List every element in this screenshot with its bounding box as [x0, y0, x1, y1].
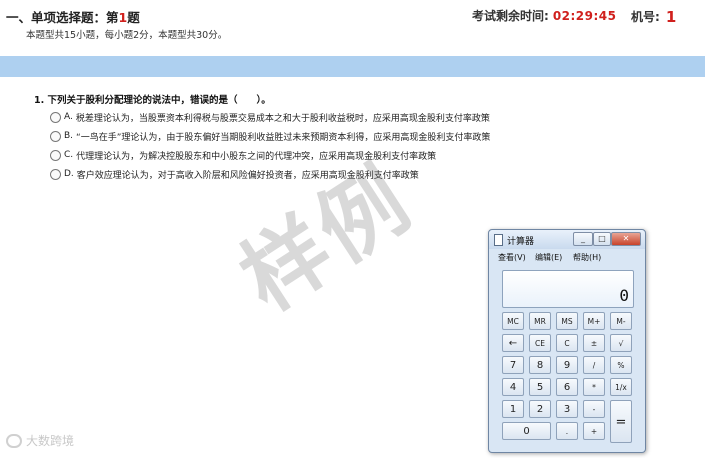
maximize-button[interactable]: □ [593, 232, 611, 246]
key-mminus[interactable]: M- [610, 312, 632, 330]
calculator-titlebar[interactable]: 计算器 _ □ ✕ [489, 230, 645, 249]
radio-d[interactable] [50, 168, 61, 180]
key-4[interactable]: 4 [502, 378, 524, 396]
key-2[interactable]: 2 [529, 400, 551, 418]
key-multiply[interactable]: * [583, 378, 605, 396]
key-sqrt[interactable]: √ [610, 334, 632, 352]
key-reciprocal[interactable]: 1/x [610, 378, 632, 396]
close-button[interactable]: ✕ [611, 232, 641, 246]
option-a[interactable]: A. 税差理论认为，当股票资本利得税与股票交易成本之和大于股利收益税时，应采用高现… [50, 110, 490, 124]
machine-number: 机号: 1 [631, 8, 677, 26]
key-plus[interactable]: + [583, 422, 605, 440]
menu-edit[interactable]: 编辑(E) [535, 252, 562, 263]
key-ms[interactable]: MS [556, 312, 578, 330]
calculator-app-icon [494, 234, 503, 246]
key-1[interactable]: 1 [502, 400, 524, 418]
brand-watermark: 大数跨境 [6, 432, 74, 449]
radio-b[interactable] [50, 130, 61, 142]
key-3[interactable]: 3 [556, 400, 578, 418]
key-mc[interactable]: MC [502, 312, 524, 330]
key-ce[interactable]: CE [529, 334, 551, 352]
key-divide[interactable]: / [583, 356, 605, 374]
calculator-display: 0 [502, 270, 634, 308]
toolbar-bar [0, 56, 705, 77]
key-8[interactable]: 8 [529, 356, 551, 374]
question-number: 1 [118, 10, 128, 25]
key-c[interactable]: C [556, 334, 578, 352]
menu-help[interactable]: 帮助(H) [573, 252, 601, 263]
key-mr[interactable]: MR [529, 312, 551, 330]
key-7[interactable]: 7 [502, 356, 524, 374]
display-value: 0 [619, 286, 629, 305]
key-9[interactable]: 9 [556, 356, 578, 374]
remaining-time: 考试剩余时间: 02:29:45 [472, 9, 617, 23]
minimize-button[interactable]: _ [573, 232, 593, 246]
key-backspace[interactable]: ← [502, 334, 524, 352]
question-text: 1. 下列关于股利分配理论的说法中，错误的是（ ）。 [34, 95, 271, 106]
key-mplus[interactable]: M+ [583, 312, 605, 330]
menu-view[interactable]: 查看(V) [498, 252, 526, 263]
calculator-window[interactable]: 计算器 _ □ ✕ 查看(V) 编辑(E) 帮助(H) 0 MC MR MS M… [488, 229, 646, 453]
key-equals[interactable]: = [610, 400, 632, 443]
exam-header: 一、单项选择题：第1题 本题型共15小题，每小题2分，本题型共30分。 考试剩余… [0, 0, 705, 54]
key-0[interactable]: 0 [502, 422, 551, 440]
section-description: 本题型共15小题，每小题2分，本题型共30分。 [26, 30, 228, 41]
calculator-menu: 查看(V) 编辑(E) 帮助(H) [489, 250, 645, 264]
key-6[interactable]: 6 [556, 378, 578, 396]
key-plusminus[interactable]: ± [583, 334, 605, 352]
section-title: 一、单项选择题：第1题 [6, 10, 140, 25]
key-decimal[interactable]: . [556, 422, 578, 440]
option-b[interactable]: B. “一鸟在手”理论认为，由于股东偏好当期股利收益胜过未来预期资本利得，应采用高… [50, 129, 490, 143]
brand-logo-icon [6, 433, 22, 448]
key-5[interactable]: 5 [529, 378, 551, 396]
radio-a[interactable] [50, 111, 61, 123]
radio-c[interactable] [50, 149, 61, 161]
timer-value: 02:29:45 [552, 9, 617, 23]
key-minus[interactable]: - [583, 400, 605, 418]
key-percent[interactable]: % [610, 356, 632, 374]
calculator-title: 计算器 [507, 237, 535, 247]
machine-number-value: 1 [665, 8, 677, 26]
